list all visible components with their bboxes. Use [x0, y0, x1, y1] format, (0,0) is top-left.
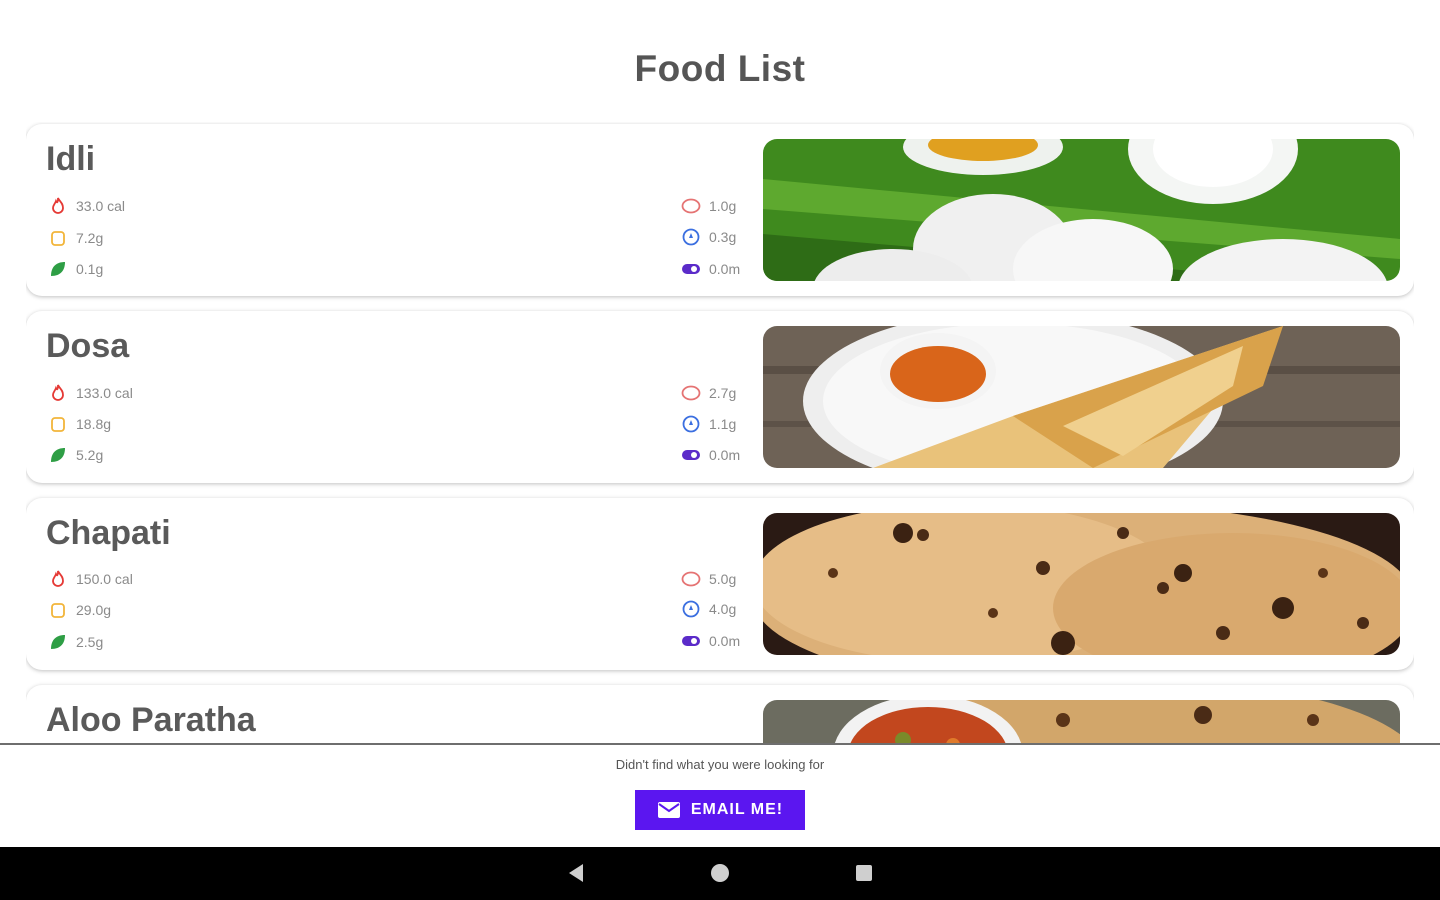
- protein-stat: 5.0g: [681, 569, 736, 589]
- food-list[interactable]: Idli 33.0 cal 7.2g 0.1g 1.0g 0.3g 0.0m D…: [26, 122, 1414, 743]
- food-card-idli[interactable]: Idli 33.0 cal 7.2g 0.1g 1.0g 0.3g 0.0m: [26, 124, 1414, 296]
- fat-stat: 4.0g: [681, 599, 736, 619]
- page-title: Food List: [634, 48, 806, 89]
- calories-stat: 150.0 cal: [48, 569, 133, 589]
- carbs-stat: 18.8g: [48, 414, 111, 434]
- protein-stat: 2.7g: [681, 383, 736, 403]
- android-nav-bar: [0, 847, 1440, 900]
- leaf-icon: [48, 445, 68, 465]
- droplet-icon: [681, 414, 701, 434]
- dosa-image: [763, 326, 1400, 468]
- leaf-icon: [48, 632, 68, 652]
- brain-icon: [681, 383, 701, 403]
- brain-icon: [681, 196, 701, 216]
- recents-icon[interactable]: [851, 860, 877, 886]
- food-name: Aloo Paratha: [46, 701, 256, 739]
- home-icon[interactable]: [707, 860, 733, 886]
- email-me-button[interactable]: EMAIL ME!: [635, 790, 805, 830]
- carbs-stat: 29.0g: [48, 600, 111, 620]
- droplet-icon: [681, 227, 701, 247]
- bread-icon: [48, 600, 68, 620]
- cholesterol-stat: 0.0m: [681, 259, 740, 279]
- bread-icon: [48, 414, 68, 434]
- bread-icon: [48, 228, 68, 248]
- pill-icon: [681, 631, 701, 651]
- flame-icon: [48, 383, 68, 403]
- email-me-label: EMAIL ME!: [690, 801, 784, 818]
- food-name: Chapati: [46, 514, 171, 552]
- calories-stat: 133.0 cal: [48, 383, 133, 403]
- flame-icon: [48, 196, 68, 216]
- fiber-stat: 0.1g: [48, 259, 103, 279]
- footer-divider: [0, 743, 1440, 745]
- pill-icon: [681, 259, 701, 279]
- footer-prompt: Didn't find what you were looking for: [615, 757, 825, 772]
- leaf-icon: [48, 259, 68, 279]
- fiber-stat: 5.2g: [48, 445, 103, 465]
- brain-icon: [681, 569, 701, 589]
- droplet-icon: [681, 599, 701, 619]
- food-card-aloo-paratha[interactable]: Aloo Paratha: [26, 685, 1414, 743]
- flame-icon: [48, 569, 68, 589]
- back-icon[interactable]: [563, 860, 589, 886]
- mail-icon: [657, 801, 681, 819]
- protein-stat: 1.0g: [681, 196, 736, 216]
- food-card-dosa[interactable]: Dosa 133.0 cal 18.8g 5.2g 2.7g 1.1g 0.0m: [26, 311, 1414, 483]
- food-card-chapati[interactable]: Chapati 150.0 cal 29.0g 2.5g 5.0g 4.0g 0…: [26, 498, 1414, 670]
- cholesterol-stat: 0.0m: [681, 445, 740, 465]
- fiber-stat: 2.5g: [48, 632, 103, 652]
- pill-icon: [681, 445, 701, 465]
- idli-image: [763, 139, 1400, 281]
- carbs-stat: 7.2g: [48, 228, 103, 248]
- food-name: Idli: [46, 140, 96, 178]
- food-name: Dosa: [46, 327, 130, 365]
- aloo-paratha-image: [763, 700, 1400, 743]
- chapati-image: [763, 513, 1400, 655]
- cholesterol-stat: 0.0m: [681, 631, 740, 651]
- calories-stat: 33.0 cal: [48, 196, 125, 216]
- fat-stat: 0.3g: [681, 227, 736, 247]
- fat-stat: 1.1g: [681, 414, 736, 434]
